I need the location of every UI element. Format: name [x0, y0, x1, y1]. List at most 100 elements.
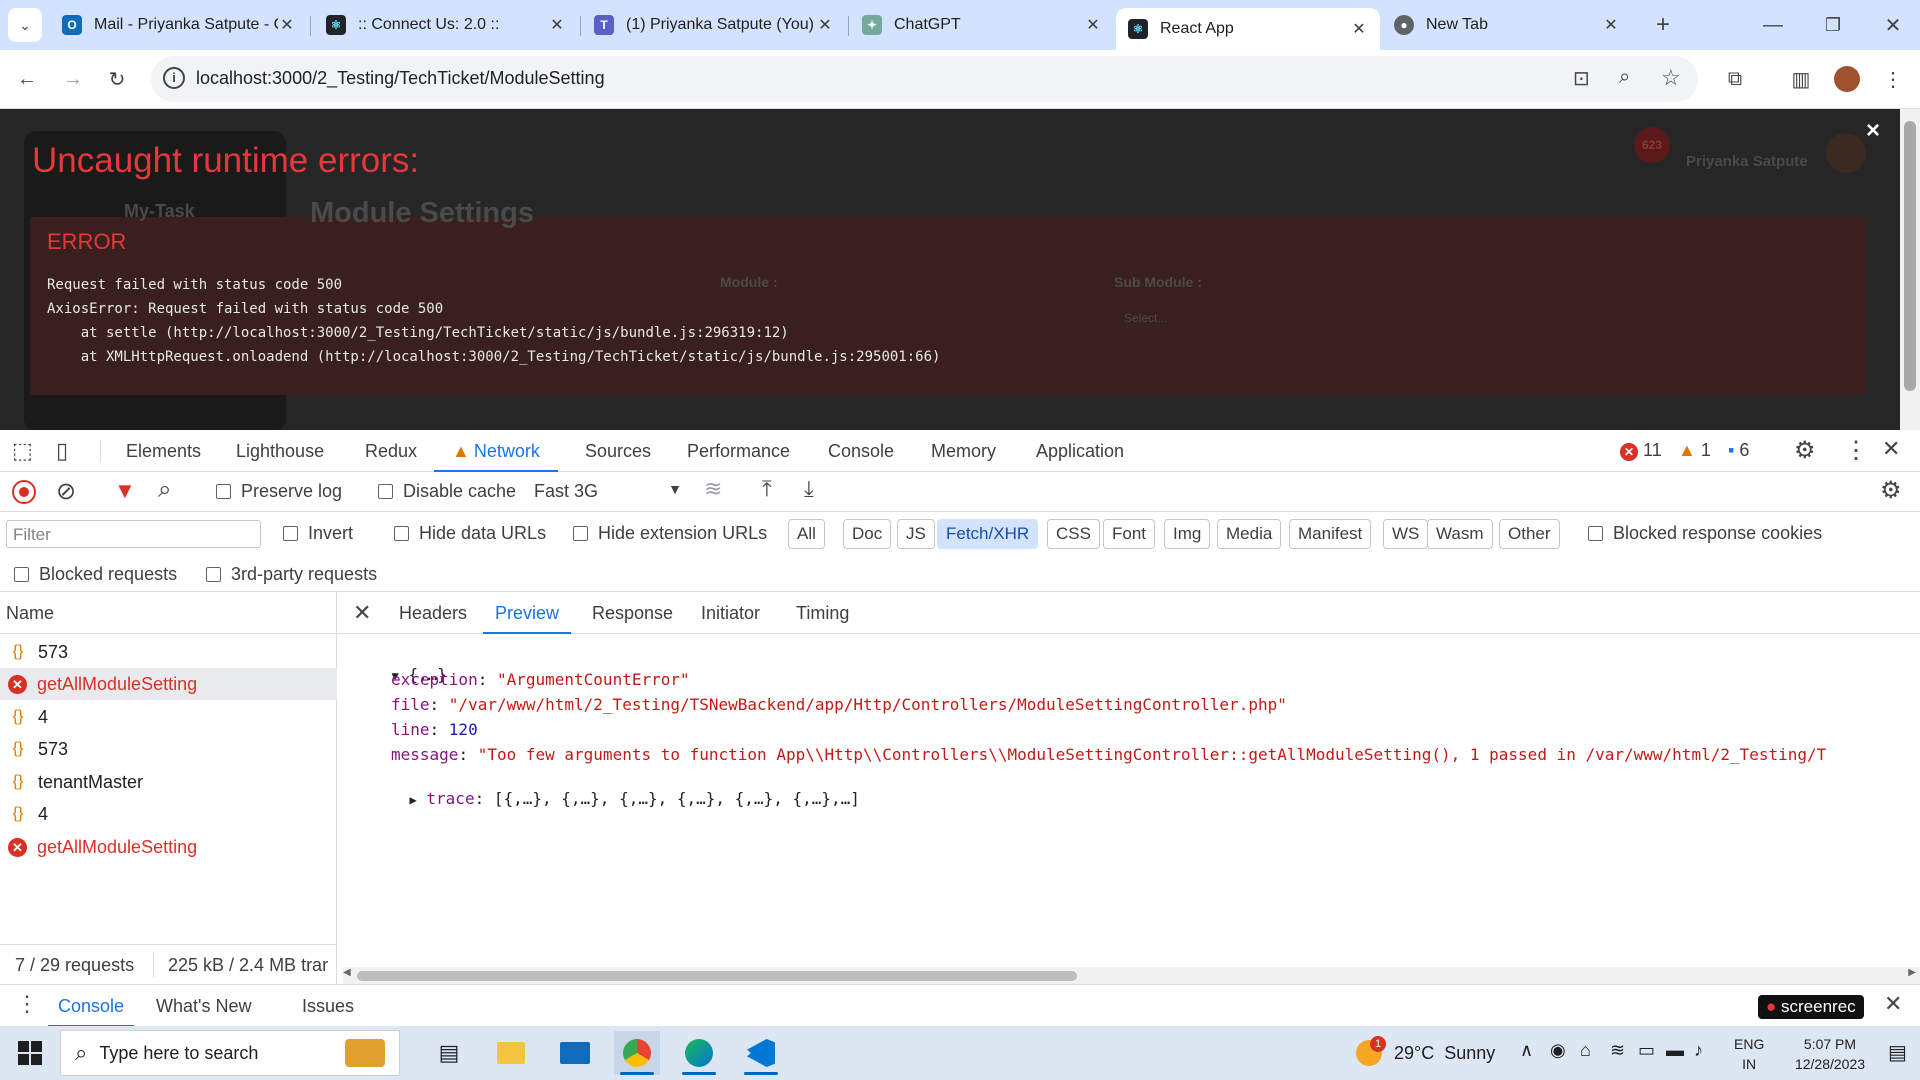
task-view-icon[interactable]: ▤ — [426, 1031, 472, 1075]
type-filter-media[interactable]: Media — [1217, 519, 1282, 549]
horizontal-scrollbar[interactable]: ◀ ▶ — [343, 967, 1920, 984]
hide-extension-urls-checkbox[interactable]: Hide extension URLs — [573, 523, 767, 544]
tab-new-tab[interactable]: ● New Tab ✕ — [1382, 8, 1632, 42]
type-filter-css[interactable]: CSS — [1047, 519, 1100, 549]
invert-checkbox[interactable]: Invert — [283, 523, 353, 544]
close-tab-icon[interactable]: ✕ — [1602, 15, 1620, 35]
devtools-tab-elements[interactable]: Elements — [126, 430, 201, 472]
devtools-tab-console[interactable]: Console — [828, 430, 894, 472]
json-field[interactable]: exception: "ArgumentCountError" — [391, 670, 690, 689]
close-tab-icon[interactable]: ✕ — [548, 15, 566, 35]
preserve-log-checkbox[interactable]: Preserve log — [216, 481, 342, 502]
close-drawer-icon[interactable]: ✕ — [1884, 991, 1902, 1017]
clock[interactable]: 5:07 PM 12/28/2023 — [1780, 1034, 1880, 1074]
warning-count-badge[interactable]: ▲ 1 — [1678, 440, 1711, 461]
new-tab-icon[interactable]: + — [1646, 8, 1680, 42]
json-field[interactable]: file: "/var/www/html/2_Testing/TSNewBack… — [391, 695, 1287, 714]
third-party-requests-checkbox[interactable]: 3rd-party requests — [206, 564, 377, 585]
address-bar[interactable]: i localhost:3000/2_Testing/TechTicket/Mo… — [151, 56, 1698, 102]
drawer-tab-whats-new[interactable]: What's New — [156, 985, 251, 1027]
drawer-menu-icon[interactable]: ⋮ — [16, 991, 38, 1017]
request-row[interactable]: {} 4 — [0, 701, 337, 733]
screenrec-badge[interactable]: ● screenrec — [1758, 995, 1864, 1019]
chrome-app-icon[interactable] — [614, 1031, 660, 1075]
request-row[interactable]: ✕ getAllModuleSetting — [0, 668, 337, 700]
volume-icon[interactable]: ♪ — [1694, 1040, 1703, 1061]
zoom-icon[interactable]: ⌕ — [1619, 66, 1630, 89]
blocked-response-cookies-checkbox[interactable]: Blocked response cookies — [1588, 523, 1822, 544]
edge-app-icon[interactable] — [676, 1031, 722, 1075]
scroll-left-icon[interactable]: ◀ — [343, 967, 351, 978]
forward-icon[interactable]: → — [56, 62, 90, 96]
detail-tab-response[interactable]: Response — [592, 592, 673, 634]
close-window-icon[interactable]: ✕ — [1876, 8, 1910, 42]
close-tab-icon[interactable]: ✕ — [816, 15, 834, 35]
back-icon[interactable]: ← — [10, 62, 44, 96]
bookmark-star-icon[interactable]: ☆ — [1661, 65, 1681, 91]
taskbar-search[interactable]: ⌕ Type here to search — [60, 1030, 400, 1076]
devtools-menu-icon[interactable]: ⋮ — [1844, 436, 1868, 465]
request-row[interactable]: {} 4 — [0, 798, 337, 830]
devtools-tab-network[interactable]: ▲ Network — [434, 430, 558, 472]
page-scrollbar[interactable] — [1900, 109, 1920, 430]
tab-connect-us[interactable]: ⚛ :: Connect Us: 2.0 :: ✕ — [314, 8, 578, 42]
drawer-tab-console[interactable]: Console — [48, 985, 135, 1027]
request-row[interactable]: {} 573 — [0, 636, 337, 668]
devtools-settings-icon[interactable]: ⚙ — [1794, 436, 1816, 465]
tab-chatgpt[interactable]: ✦ ChatGPT ✕ — [850, 8, 1114, 42]
request-row[interactable]: {} tenantMaster — [0, 766, 337, 798]
devtools-tab-sources[interactable]: Sources — [585, 430, 651, 472]
close-overlay-icon[interactable]: × — [1866, 117, 1880, 145]
type-filter-doc[interactable]: Doc — [843, 519, 892, 549]
devtools-tab-performance[interactable]: Performance — [687, 430, 790, 472]
detail-tab-timing[interactable]: Timing — [796, 592, 849, 634]
devtools-tab-lighthouse[interactable]: Lighthouse — [236, 430, 324, 472]
throttle-select[interactable]: Fast 3G ▼ — [534, 481, 682, 502]
search-icon[interactable]: ⌕ — [158, 476, 171, 504]
scroll-right-icon[interactable]: ▶ — [1908, 967, 1916, 978]
restore-icon[interactable]: ❐ — [1816, 8, 1850, 42]
site-info-icon[interactable]: i — [163, 67, 185, 89]
hide-data-urls-checkbox[interactable]: Hide data URLs — [394, 523, 546, 544]
device-toolbar-icon[interactable]: ▯ — [56, 438, 68, 464]
type-filter-manifest[interactable]: Manifest — [1289, 519, 1372, 549]
close-tab-icon[interactable]: ✕ — [1084, 15, 1102, 35]
show-hidden-icons-icon[interactable]: ∧ — [1520, 1040, 1533, 1061]
tab-react-app[interactable]: ⚛ React App ✕ — [1116, 8, 1380, 50]
url-text[interactable]: localhost:3000/2_Testing/TechTicket/Modu… — [196, 68, 605, 89]
reload-icon[interactable]: ↻ — [100, 62, 134, 96]
import-har-icon[interactable]: ⤒ — [762, 476, 772, 502]
close-tab-icon[interactable]: ✕ — [1350, 19, 1368, 39]
clear-icon[interactable]: ⊘ — [56, 477, 76, 506]
filter-input[interactable]: Filter — [6, 520, 261, 548]
message-count-badge[interactable]: ▪ 6 — [1728, 440, 1749, 461]
tab-teams[interactable]: T (1) Priyanka Satpute (You) | ✕ — [582, 8, 846, 42]
close-tab-icon[interactable]: ✕ — [278, 15, 296, 35]
stop-recording-icon[interactable] — [12, 480, 36, 504]
language-indicator[interactable]: ENG IN — [1734, 1034, 1764, 1074]
tab-mail[interactable]: O Mail - Priyanka Satpute - O ✕ — [50, 8, 308, 42]
export-har-icon[interactable]: ⤓ — [804, 476, 814, 502]
type-filter-fetch-xhr[interactable]: Fetch/XHR — [937, 519, 1039, 549]
blocked-requests-checkbox[interactable]: Blocked requests — [14, 564, 177, 585]
type-filter-img[interactable]: Img — [1164, 519, 1211, 549]
mail-app-icon[interactable] — [552, 1031, 598, 1075]
notifications-icon[interactable]: ▤ — [1888, 1040, 1907, 1065]
tab-search-icon[interactable]: ⌄ — [8, 8, 42, 42]
detail-tab-initiator[interactable]: Initiator — [701, 592, 760, 634]
disable-cache-checkbox[interactable]: Disable cache — [378, 481, 516, 502]
battery-icon[interactable]: ▬ — [1666, 1040, 1684, 1061]
name-column-header[interactable]: Name — [0, 592, 337, 634]
request-row[interactable]: {} 573 — [0, 733, 337, 765]
json-field[interactable]: line: 120 — [391, 720, 478, 739]
json-field-trace[interactable]: ▶ trace: [{,…}, {,…}, {,…}, {,…}, {,…}, … — [371, 770, 860, 827]
error-count-badge[interactable]: ✕ 11 — [1620, 440, 1662, 461]
type-filter-font[interactable]: Font — [1103, 519, 1156, 549]
inspect-element-icon[interactable]: ⬚ — [12, 438, 33, 464]
drawer-tab-issues[interactable]: Issues — [302, 985, 354, 1027]
type-filter-all[interactable]: All — [788, 519, 825, 549]
file-explorer-icon[interactable] — [488, 1031, 534, 1075]
request-row[interactable]: ✕ getAllModuleSetting — [0, 831, 337, 863]
type-filter-js[interactable]: JS — [897, 519, 935, 549]
extensions-icon[interactable]: ⧉ — [1718, 62, 1752, 96]
